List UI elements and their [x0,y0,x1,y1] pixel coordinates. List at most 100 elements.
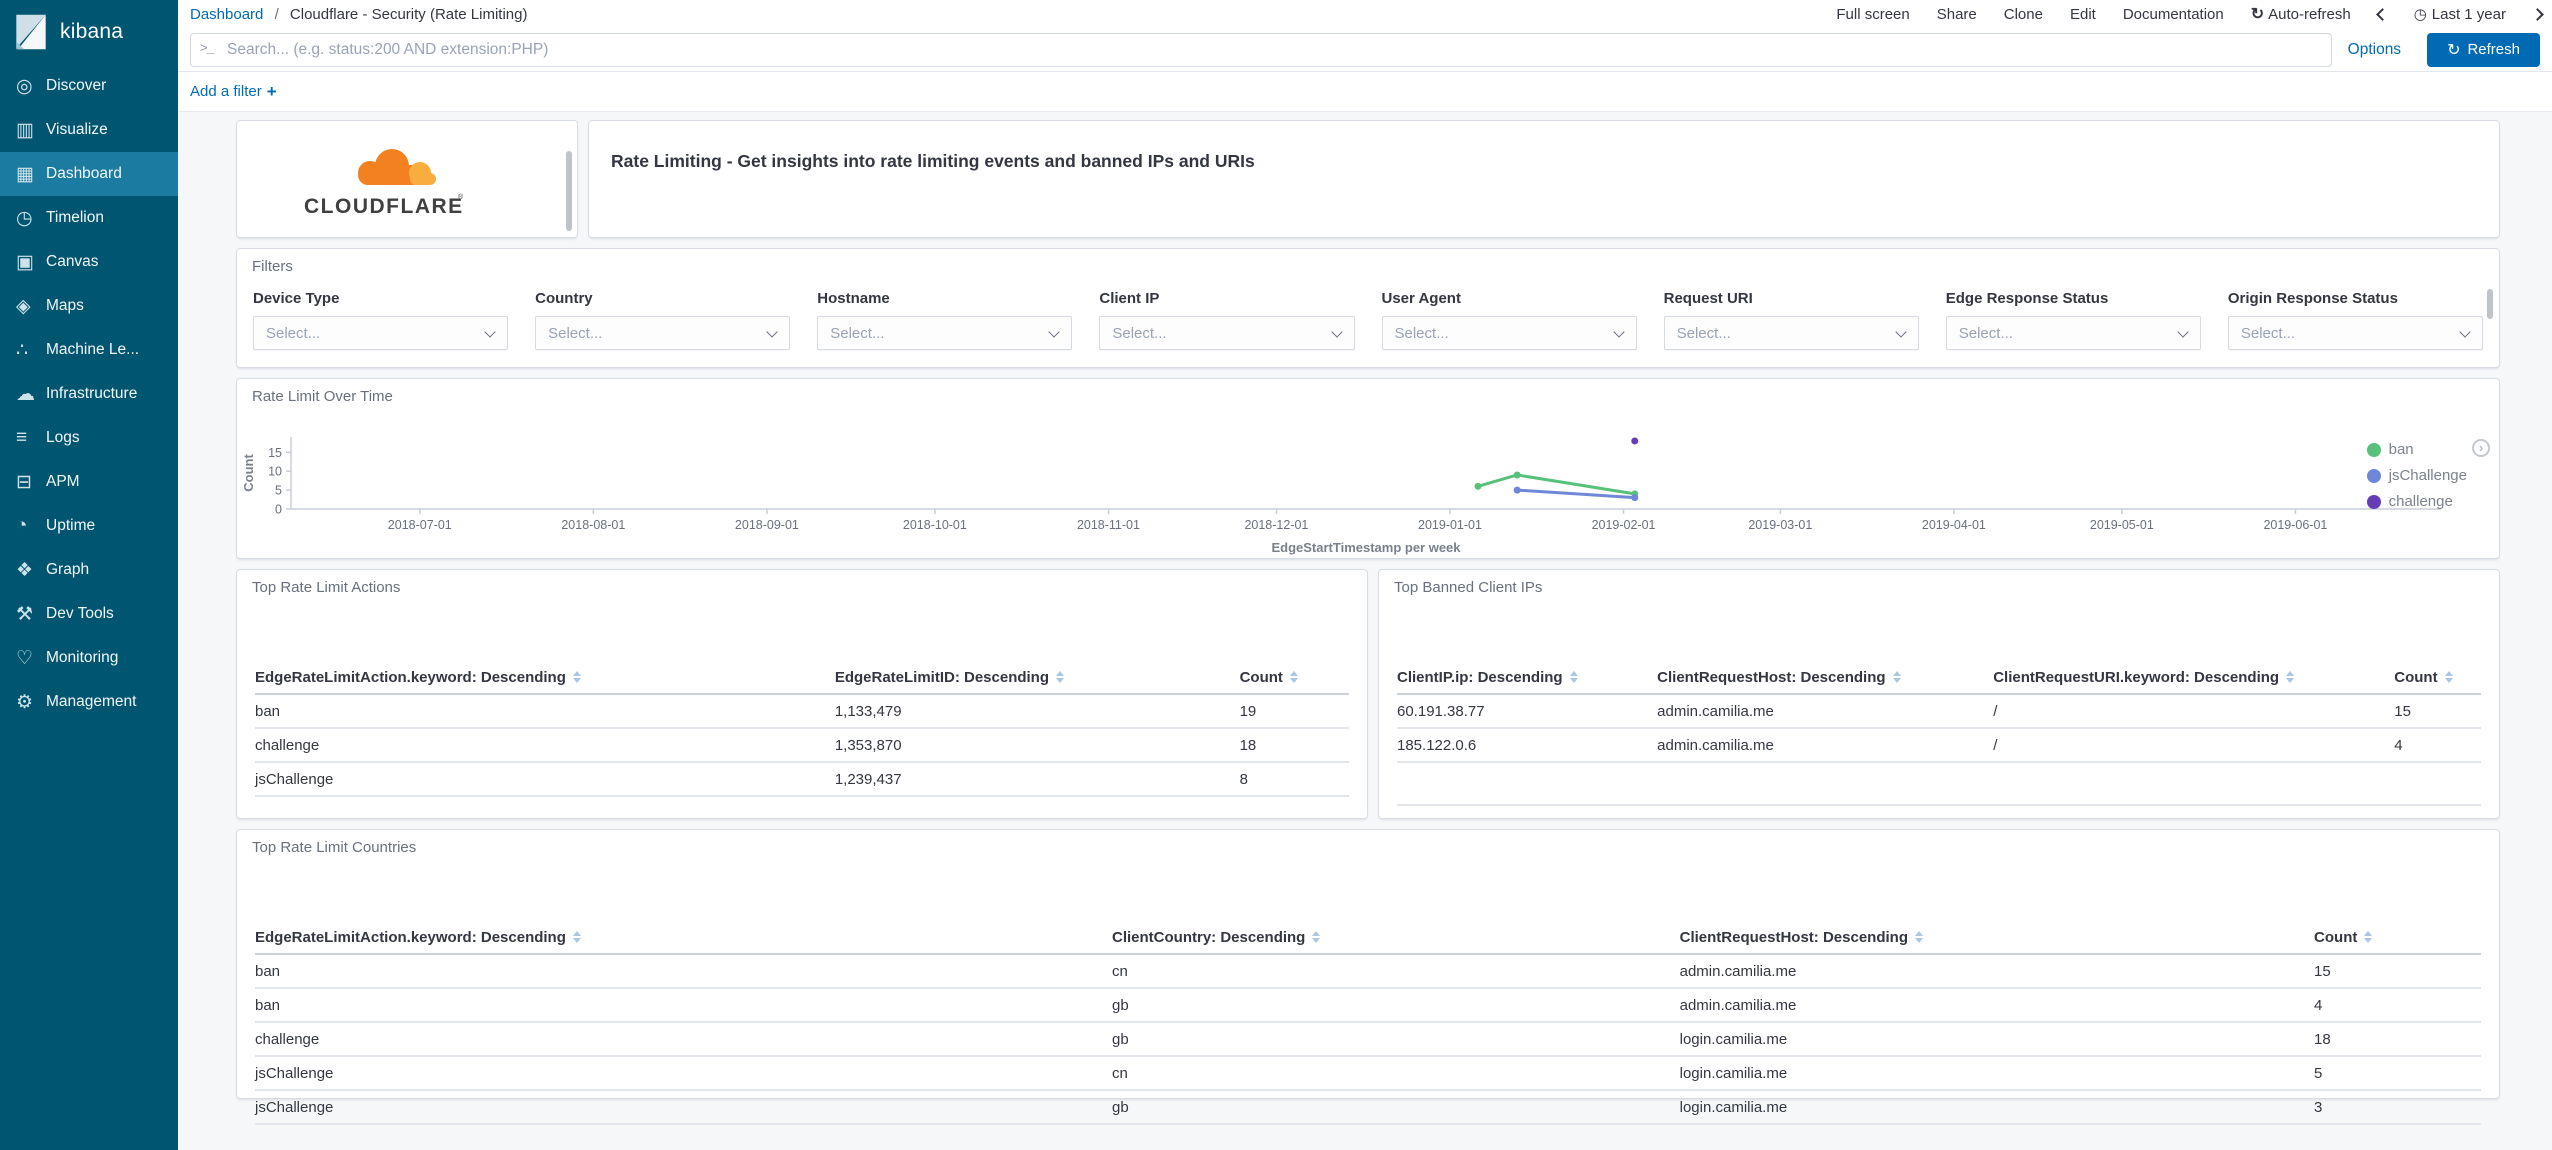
filter-select-user-agent[interactable]: Select... [1381,316,1637,350]
column-header-count[interactable]: Count [1240,669,1349,686]
time-back-chevron-icon[interactable] [2375,7,2389,21]
filter-label-hostname: Hostname [817,290,890,307]
log-lines-icon: ≡ [16,427,28,448]
sidebar-item-monitoring[interactable]: ♡ Monitoring [0,636,178,680]
chevron-down-icon [1330,326,1343,338]
filter-select-client-ip[interactable]: Select... [1099,316,1355,350]
options-link[interactable]: Options [2348,41,2401,59]
refresh-button[interactable]: ↻ Refresh [2427,32,2540,67]
breadcrumb-row: Dashboard / Cloudflare - Security (Rate … [178,0,2552,28]
legend-color-dot [2366,442,2381,457]
dashboard-description-text: Rate Limiting - Get insights into rate l… [611,151,1255,171]
series-point-jschallenge [1631,494,1639,502]
filter-label-device-type: Device Type [253,290,340,307]
actions-panel-title: Top Rate Limit Actions [252,579,401,596]
breadcrumb-dashboard-link[interactable]: Dashboard [190,6,263,23]
sidebar-item-label: Dev Tools [46,605,114,622]
top-menu-clone[interactable]: Clone [2004,6,2043,23]
sort-icon [1892,670,1901,684]
add-filter-link[interactable]: Add a filter [190,83,262,100]
panel-description: Rate Limiting - Get insights into rate l… [588,120,2500,238]
x-tick-label: 2019-06-01 [2263,518,2327,532]
sort-down-arrow [2364,938,2373,944]
monitoring-heart-icon: ♡ [16,647,34,669]
top-menu-share[interactable]: Share [1937,6,1977,23]
table-row: jsChallenge cn login.camilia.me 5 [255,1057,2481,1091]
sidebar-item-dev-tools[interactable]: ⚒ Dev Tools [0,592,178,636]
sidebar-item-infrastructure[interactable]: ☁ Infrastructure [0,372,178,416]
select-placeholder-text: Select... [2240,324,2296,342]
x-tick-label: 2018-10-01 [903,518,967,532]
filter-select-origin-response-status[interactable]: Select... [2227,316,2483,350]
actions-table: EdgeRateLimitAction.keyword: Descending E… [255,661,1349,840]
sort-down-arrow [1289,678,1298,684]
time-range-picker[interactable]: ◷ Last 1 year [2414,5,2506,23]
graph-network-icon: ❖ [16,559,34,581]
legend-item-challenge[interactable]: challenge [2366,493,2467,510]
column-header-clientcountry-descending[interactable]: ClientCountry: Descending [1112,929,1680,946]
column-header-label: Count [2314,928,2358,946]
sidebar-item-machine-le[interactable]: ∴ Machine Le... [0,328,178,372]
sort-icon [572,670,581,684]
sidebar-item-visualize[interactable]: ▥ Visualize [0,108,178,152]
table-cell: admin.camilia.me [1679,962,1797,980]
column-header-label: EdgeRateLimitAction.keyword: Descending [255,928,566,946]
column-header-clientrequesthost-descending[interactable]: ClientRequestHost: Descending [1680,929,2314,946]
sidebar-item-canvas[interactable]: ▣ Canvas [0,240,178,284]
x-tick-label: 2019-01-01 [1418,518,1482,532]
filter-select-country[interactable]: Select... [535,316,791,350]
sidebar-item-logs[interactable]: ≡ Logs [0,416,178,460]
legend-item-ban[interactable]: ban [2366,441,2467,458]
legend-item-jschallenge[interactable]: jsChallenge [2366,467,2467,484]
search-input[interactable] [190,32,2332,67]
column-header-count[interactable]: Count [2394,669,2481,686]
auto-refresh-button[interactable]: ↻ Auto-refresh [2251,4,2351,24]
sidebar-item-management[interactable]: ⚙ Management [0,680,178,724]
column-header-edgeratelimitaction-keyword-descending[interactable]: EdgeRateLimitAction.keyword: Descending [255,669,835,686]
filter-select-device-type[interactable]: Select... [253,316,509,350]
column-header-label: Count [2394,668,2438,686]
table-header-row: EdgeRateLimitAction.keyword: Descending C… [255,921,2481,955]
filter-bar: Add a filter + [178,72,2552,112]
sidebar-item-timelion[interactable]: ◷ Timelion [0,196,178,240]
filter-select-hostname[interactable]: Select... [817,316,1073,350]
sidebar-item-maps[interactable]: ◈ Maps [0,284,178,328]
legend-expand-icon[interactable]: › [2472,439,2490,457]
top-menu-documentation[interactable]: Documentation [2123,6,2224,23]
sidebar-item-discover[interactable]: ◎ Discover [0,64,178,108]
sidebar-item-uptime[interactable]: ◔ Uptime [0,504,178,548]
time-forward-chevron-icon[interactable] [2531,7,2544,21]
kibana-logo-icon [16,14,46,50]
chevron-down-icon [766,326,778,338]
breadcrumb-current: Cloudflare - Security (Rate Limiting) [289,5,528,23]
sidebar-item-graph[interactable]: ❖ Graph [0,548,178,592]
filter-select-request-uri[interactable]: Select... [1663,316,1919,350]
sidebar-item-dashboard[interactable]: ▦ Dashboard [0,152,178,196]
column-header-edgeratelimitid-descending[interactable]: EdgeRateLimitID: Descending [835,669,1240,686]
table-cell: / [1993,702,1998,720]
logo-panel-scrollbar[interactable] [566,151,572,231]
column-header-clientrequesturi-keyword-descending[interactable]: ClientRequestURI.keyword: Descending [1993,669,2394,686]
top-menu-full-screen[interactable]: Full screen [1836,6,1909,23]
column-header-count[interactable]: Count [2314,929,2481,946]
column-header-clientrequesthost-descending[interactable]: ClientRequestHost: Descending [1657,669,1993,686]
column-header-edgeratelimitaction-keyword-descending[interactable]: EdgeRateLimitAction.keyword: Descending [255,929,1112,946]
table-cell: 18 [2314,1030,2331,1048]
filter-select-edge-response-status[interactable]: Select... [1945,316,2201,350]
clock-icon: ◷ [2413,6,2427,23]
sidebar-item-label: Canvas [46,253,99,270]
sort-up-arrow [1312,930,1321,936]
topbar: Dashboard / Cloudflare - Security (Rate … [178,0,2552,112]
filters-grid: Device Type Select... Country Select... Host… [237,284,2499,350]
top-menu-edit[interactable]: Edit [2070,6,2096,23]
table-row: jsChallenge gb login.camilia.me 3 [255,1091,2481,1125]
kibana-logo[interactable]: kibana [0,0,178,64]
sidebar: kibana ◎ Discover ▥ Visualize ▦ Dashboard ◷ Tim… [0,0,178,1150]
table-cell: 1,239,437 [834,770,902,788]
table-cell: login.camilia.me [1679,1098,1788,1116]
column-header-clientip-ip-descending[interactable]: ClientIP.ip: Descending [1397,669,1657,686]
add-filter-plus-icon[interactable]: + [267,82,277,102]
filters-panel-scrollbar[interactable] [2487,289,2493,319]
select-placeholder-text: Select... [1112,324,1167,342]
sidebar-item-apm[interactable]: ⊟ APM [0,460,178,504]
